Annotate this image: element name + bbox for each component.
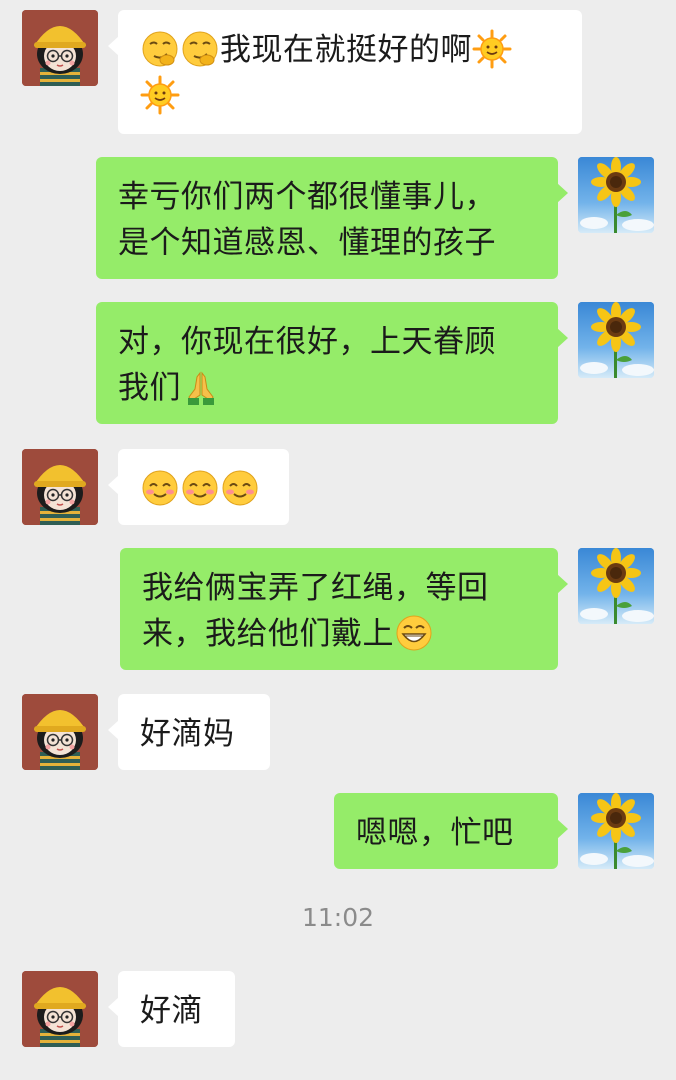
sunflower-avatar-icon <box>578 548 654 624</box>
grin-emoji-icon <box>394 613 434 653</box>
sunflower-avatar-icon <box>578 793 654 869</box>
blush-smile-emoji-icon <box>220 468 260 508</box>
cartoon-girl-avatar-icon <box>22 10 98 86</box>
blush-smile-emoji-icon <box>180 468 220 508</box>
message-text-line: 我们 <box>118 370 181 406</box>
message-text: 嗯嗯，忙吧 <box>356 815 514 851</box>
sun-emoji-icon <box>472 29 512 69</box>
contact-avatar[interactable] <box>22 694 98 770</box>
contact-avatar[interactable] <box>22 10 98 86</box>
message-bubble-received[interactable] <box>108 449 289 525</box>
message-text: 我现在就挺好的啊 <box>220 32 472 68</box>
sunflower-avatar-icon <box>578 302 654 378</box>
smirk-emoji-icon <box>180 29 220 69</box>
message-timestamp: 11:02 <box>301 903 375 932</box>
sunflower-avatar-icon <box>578 157 654 233</box>
cartoon-girl-avatar-icon <box>22 971 98 1047</box>
message-text-line: 是个知道感恩、懂理的孩子 <box>118 225 496 261</box>
cartoon-girl-avatar-icon <box>22 694 98 770</box>
my-avatar[interactable] <box>578 157 654 233</box>
contact-avatar[interactable] <box>22 971 98 1047</box>
message-bubble-sent[interactable]: 我给俩宝弄了红绳，等回 来，我给他们戴上 <box>120 548 568 670</box>
message-text: 好滴妈 <box>140 716 235 752</box>
message-bubble-sent[interactable]: 嗯嗯，忙吧 <box>334 793 568 869</box>
message-bubble-received[interactable]: 好滴 <box>108 971 235 1047</box>
message-text: 好滴 <box>140 993 203 1029</box>
my-avatar[interactable] <box>578 548 654 624</box>
contact-avatar[interactable] <box>22 449 98 525</box>
message-bubble-received[interactable]: 好滴妈 <box>108 694 270 770</box>
my-avatar[interactable] <box>578 302 654 378</box>
message-text-line: 我给俩宝弄了红绳，等回 <box>142 570 489 606</box>
smirk-emoji-icon <box>140 29 180 69</box>
my-avatar[interactable] <box>578 793 654 869</box>
pray-emoji-icon <box>181 367 221 407</box>
message-bubble-sent[interactable]: 对，你现在很好，上天眷顾 我们 <box>96 302 568 424</box>
message-bubble-sent[interactable]: 幸亏你们两个都很懂事儿， 是个知道感恩、懂理的孩子 <box>96 157 568 279</box>
blush-smile-emoji-icon <box>140 468 180 508</box>
message-text-line: 来，我给他们戴上 <box>142 616 394 652</box>
message-bubble-received[interactable]: 我现在就挺好的啊 <box>108 10 582 134</box>
cartoon-girl-avatar-icon <box>22 449 98 525</box>
sun-emoji-icon <box>140 75 180 115</box>
message-text-line: 对，你现在很好，上天眷顾 <box>118 324 496 360</box>
message-text-line: 幸亏你们两个都很懂事儿， <box>118 179 496 215</box>
